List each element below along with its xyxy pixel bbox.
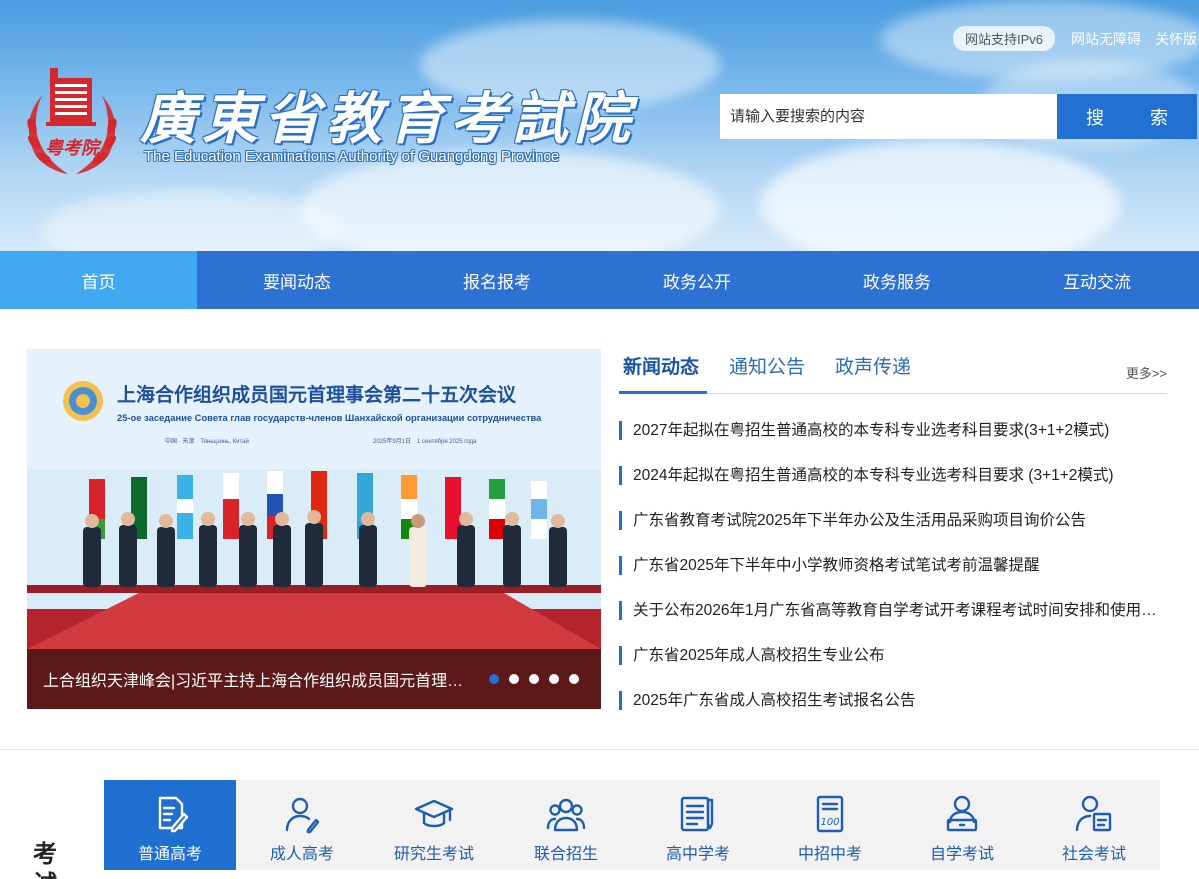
nav-item-news[interactable]: 要闻动态 xyxy=(197,251,397,309)
slider-caption-bar: 上合组织天津峰会|习近平主持上海合作组织成员国元首理事会第二十五次会议 xyxy=(27,649,601,709)
exam-category-bar: 普通高考 成人高考 研究生考试 联合招生 高中学考 100 中招中考 自学考试 … xyxy=(104,780,1160,870)
cloud-decoration xyxy=(300,150,720,251)
exam-self-study[interactable]: 自学考试 xyxy=(896,780,1028,870)
group-people-icon xyxy=(546,798,586,832)
banner-title-russian: 25-ое заседание Совета глав государств-ч… xyxy=(117,412,542,423)
graduation-cap-icon xyxy=(414,799,454,828)
banner-meta-right: 2025年9月1日 1 сентября 2025 года xyxy=(373,437,477,445)
slider-dot[interactable] xyxy=(489,674,499,684)
news-tabs: 新闻动态 通知公告 政声传递 更多>> xyxy=(619,349,1167,394)
exam-label: 联合招生 xyxy=(533,846,598,863)
search-input[interactable] xyxy=(720,94,1057,139)
exam-label: 成人高考 xyxy=(269,846,334,863)
slider-dots xyxy=(489,674,579,684)
svg-text:100: 100 xyxy=(820,817,839,828)
site-header: 粤考院 廣東省教育考試院 The Education Examinations … xyxy=(0,0,1199,251)
document-pen-icon xyxy=(158,796,189,833)
news-list: 2027年起拟在粤招生普通高校的本专科专业选考科目要求(3+1+2模式) 202… xyxy=(619,421,1167,736)
exam-label: 自学考试 xyxy=(929,846,994,863)
exam-section-label: 考试 xyxy=(33,841,57,879)
search-button[interactable]: 搜 索 xyxy=(1057,94,1197,139)
cloud-decoration xyxy=(40,190,340,251)
person-certificate-icon xyxy=(1075,795,1112,832)
exam-label: 普通高考 xyxy=(137,846,202,863)
more-link[interactable]: 更多>> xyxy=(1126,363,1167,382)
slider-dot[interactable] xyxy=(569,674,579,684)
tab-news[interactable]: 新闻动态 xyxy=(619,352,708,394)
exam-gaokao[interactable]: 普通高考 xyxy=(104,780,236,870)
exam-postgraduate[interactable]: 研究生考试 xyxy=(368,780,500,870)
banner-meta-left: 中国 · 天津 Тяньцзинь, Китай xyxy=(165,437,249,445)
banner-title-chinese: 上海合作组织成员国元首理事会第二十五次会议 xyxy=(117,383,517,406)
section-divider xyxy=(0,749,1199,750)
exam-joint-enrollment[interactable]: 联合招生 xyxy=(500,780,632,870)
news-slider[interactable]: 上海合作组织成员国元首理事会第二十五次会议 25-ое заседание Со… xyxy=(27,349,601,709)
site-logo-emblem[interactable]: 粤考院 xyxy=(20,66,124,178)
site-title-english[interactable]: The Education Examinations Authority of … xyxy=(144,148,559,165)
nav-item-home[interactable]: 首页 xyxy=(0,251,197,309)
news-item[interactable]: 2024年起拟在粤招生普通高校的本专科专业选考科目要求 (3+1+2模式) xyxy=(619,466,1167,511)
news-item[interactable]: 广东省2025年下半年中小学教师资格考试笔试考前温馨提醒 xyxy=(619,556,1167,601)
person-laptop-icon xyxy=(946,795,978,832)
news-item[interactable]: 2027年起拟在粤招生普通高校的本专科专业选考科目要求(3+1+2模式) xyxy=(619,421,1167,466)
news-item[interactable]: 2025年广东省成人高校招生考试报名公告 xyxy=(619,691,1167,736)
nav-item-government-affairs[interactable]: 政务公开 xyxy=(597,251,797,309)
emblem-text: 粤考院 xyxy=(45,138,102,159)
nav-item-government-services[interactable]: 政务服务 xyxy=(797,251,997,309)
news-item[interactable]: 广东省教育考试院2025年下半年办公及生活用品采购项目询价公告 xyxy=(619,511,1167,556)
site-title-chinese[interactable]: 廣東省教育考試院 xyxy=(140,74,636,155)
slider-caption[interactable]: 上合组织天津峰会|习近平主持上海合作组织成员国元首理事会第二十五次会议 xyxy=(43,667,475,691)
cloud-decoration xyxy=(760,140,1120,251)
score-paper-icon: 100 xyxy=(816,795,844,833)
exam-label: 高中学考 xyxy=(665,846,730,863)
slider-dot[interactable] xyxy=(509,674,519,684)
exam-adult-gaokao[interactable]: 成人高考 xyxy=(236,780,368,870)
notebook-pen-icon xyxy=(680,796,714,832)
news-item[interactable]: 广东省2025年成人高校招生专业公布 xyxy=(619,646,1167,691)
care-mode-link[interactable]: 关怀版 xyxy=(1155,29,1197,49)
exam-social[interactable]: 社会考试 xyxy=(1028,780,1160,870)
slider-dot[interactable] xyxy=(549,674,559,684)
top-utility-links: 网站支持IPv6 网站无障碍 关怀版 xyxy=(952,26,1197,51)
news-panel: 新闻动态 通知公告 政声传递 更多>> 2027年起拟在粤招生普通高校的本专科专… xyxy=(619,349,1167,719)
main-nav: 首页 要闻动态 报名报考 政务公开 政务服务 互动交流 xyxy=(0,251,1199,309)
slider-dot[interactable] xyxy=(529,674,539,684)
exam-label: 中招中考 xyxy=(797,846,862,863)
exam-label: 社会考试 xyxy=(1061,846,1126,863)
nav-item-registration[interactable]: 报名报考 xyxy=(397,251,597,309)
exam-label: 研究生考试 xyxy=(393,846,474,863)
accessibility-link[interactable]: 网站无障碍 xyxy=(1071,29,1141,49)
news-item[interactable]: 关于公布2026年1月广东省高等教育自学考试开考课程考试时间安排和使用教材的通知 xyxy=(619,601,1167,646)
tab-government-voice[interactable]: 政声传递 xyxy=(831,352,915,393)
exam-high-school-academic[interactable]: 高中学考 xyxy=(632,780,764,870)
ipv6-badge: 网站支持IPv6 xyxy=(952,26,1055,51)
person-pen-icon xyxy=(285,797,320,834)
nav-item-interaction[interactable]: 互动交流 xyxy=(997,251,1197,309)
exam-zhongkao[interactable]: 100 中招中考 xyxy=(764,780,896,870)
tab-notices[interactable]: 通知公告 xyxy=(725,352,809,393)
